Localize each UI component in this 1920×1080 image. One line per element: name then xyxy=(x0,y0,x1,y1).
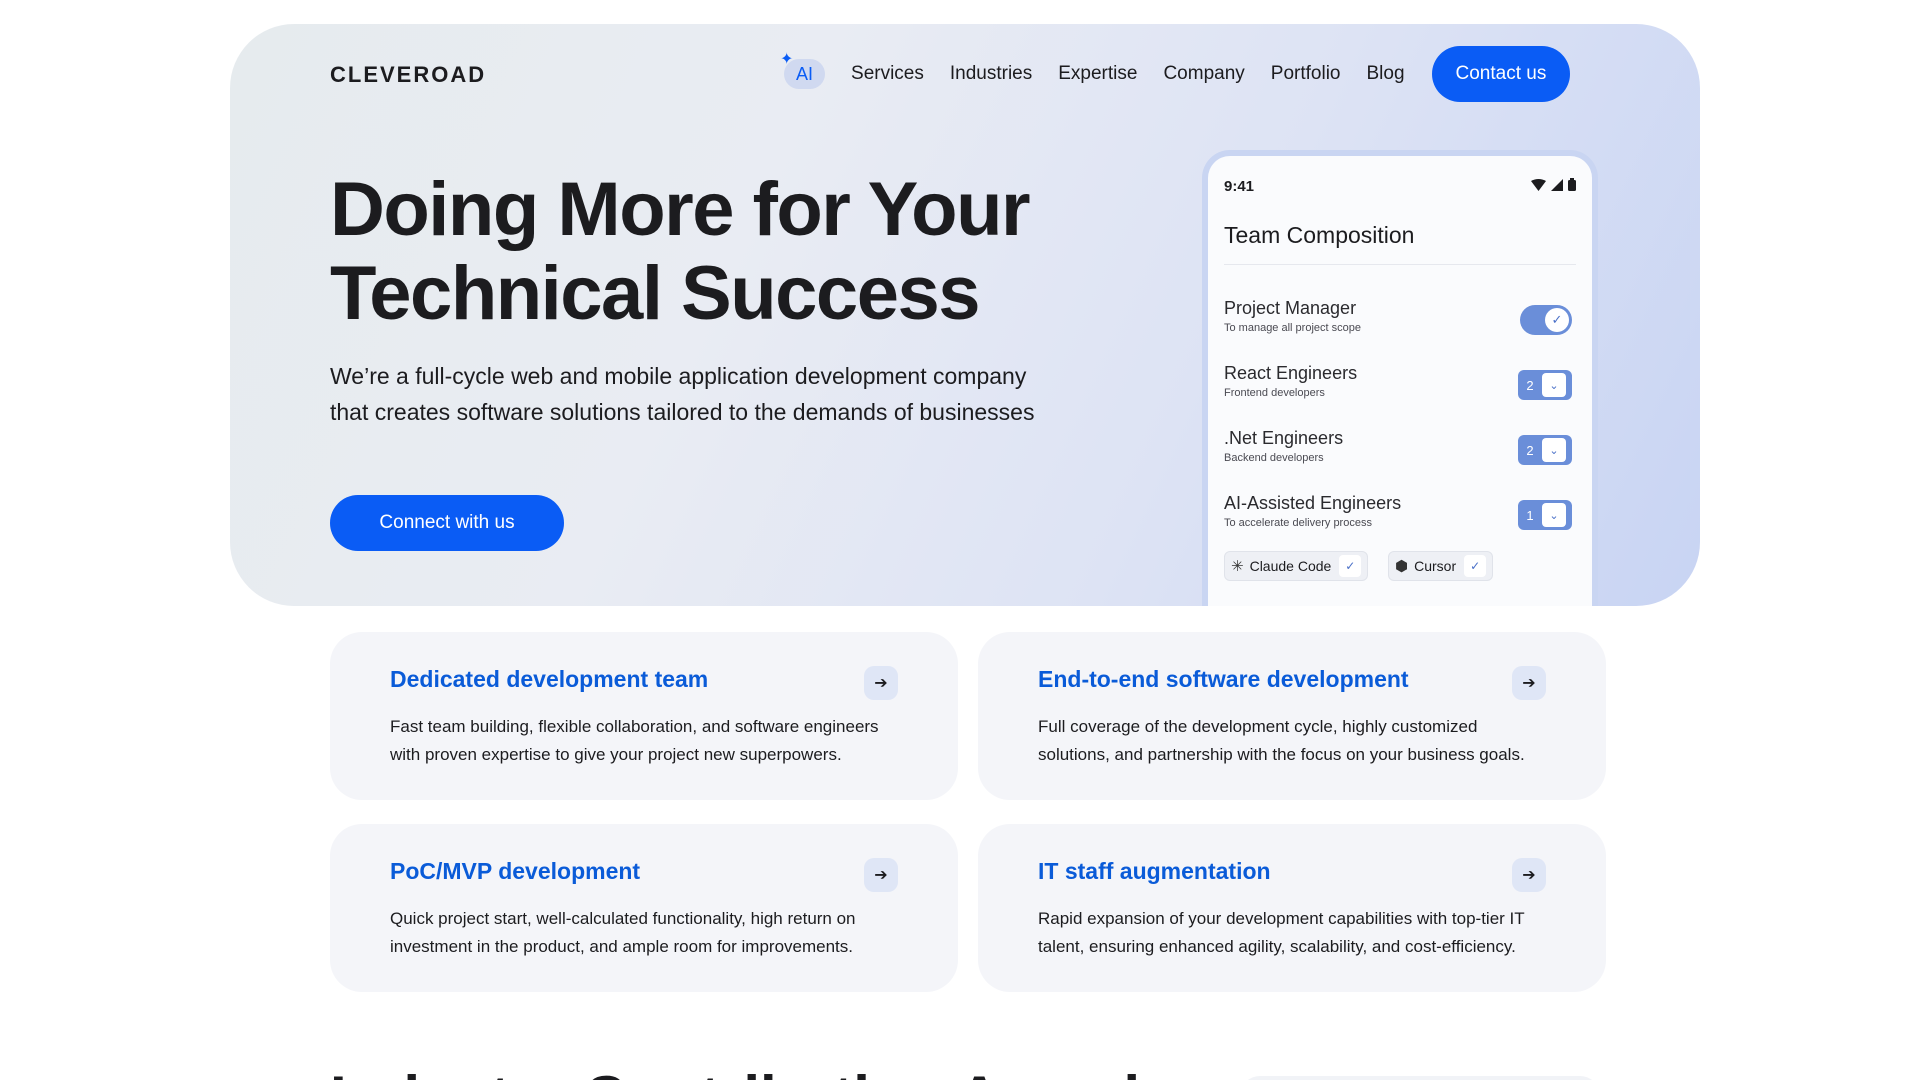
connect-with-us-button[interactable]: Connect with us xyxy=(330,495,564,551)
chevron-down-icon: ⌄ xyxy=(1542,373,1566,397)
check-icon: ✓ xyxy=(1464,555,1487,577)
service-card-description: Fast team building, flexible collaborati… xyxy=(390,713,910,769)
nav-item-portfolio[interactable]: Portfolio xyxy=(1271,63,1341,85)
nav-item-industries[interactable]: Industries xyxy=(950,63,1032,85)
net-engineers-count-select[interactable]: 2 ⌄ xyxy=(1518,435,1572,465)
hero-title-line: Doing More for Your xyxy=(330,167,1031,252)
cleveroad-logo[interactable]: CLEVEROAD xyxy=(330,62,486,88)
nav-item-ai[interactable]: ✦ AI xyxy=(780,51,826,89)
battery-icon xyxy=(1568,178,1576,196)
hero-subtitle-line: We’re a full-cycle web and mobile applic… xyxy=(330,363,1027,389)
arrow-right-icon[interactable]: ➔ xyxy=(864,666,898,700)
wifi-icon xyxy=(1531,178,1546,196)
status-time: 9:41 xyxy=(1224,178,1255,195)
hero-subtitle: We’re a full-cycle web and mobile applic… xyxy=(330,358,1110,430)
service-card-desc-line: Full coverage of the development cycle, … xyxy=(1038,717,1478,736)
team-composition-title: Team Composition xyxy=(1224,222,1415,248)
arrow-right-icon[interactable]: ➔ xyxy=(1512,858,1546,892)
contact-us-button[interactable]: Contact us xyxy=(1431,46,1571,102)
service-card-description: Quick project start, well-calculated fun… xyxy=(390,905,910,961)
count-value: 2 xyxy=(1526,377,1534,393)
hero-title-line: Technical Success xyxy=(330,251,981,336)
chevron-down-icon: ⌄ xyxy=(1542,438,1566,462)
service-card-desc-line: Quick project start, well-calculated fun… xyxy=(390,909,856,928)
service-card-title: IT staff augmentation xyxy=(1038,858,1271,884)
check-icon: ✓ xyxy=(1339,555,1362,577)
nav-item-ai-label: AI xyxy=(796,63,814,84)
react-engineers-count-select[interactable]: 2 ⌄ xyxy=(1518,370,1572,400)
project-manager-toggle[interactable]: ✓ xyxy=(1520,305,1572,335)
arrow-right-icon[interactable]: ➔ xyxy=(1512,666,1546,700)
service-card-title: PoC/MVP development xyxy=(390,858,641,884)
service-card-dedicated-team[interactable]: Dedicated development team Fast team bui… xyxy=(330,632,958,800)
service-card-desc-line: solutions, and partnership with the focu… xyxy=(1038,745,1525,764)
service-card-desc-line: with proven expertise to give your proje… xyxy=(390,745,842,764)
service-card-description: Full coverage of the development cycle, … xyxy=(1038,713,1558,769)
nav-item-expertise[interactable]: Expertise xyxy=(1058,63,1137,85)
service-card-title: Dedicated development team xyxy=(390,666,709,692)
service-card-desc-line: investment in the product, and ample roo… xyxy=(390,937,853,956)
chevron-down-icon: ⌄ xyxy=(1542,503,1566,527)
tool-chip-cursor[interactable]: ⬢ Cursor ✓ xyxy=(1388,551,1494,581)
service-card-end-to-end[interactable]: End-to-end software development Full cov… xyxy=(978,632,1606,800)
service-card-title: End-to-end software development xyxy=(1038,666,1409,692)
service-card-desc-line: Fast team building, flexible collaborati… xyxy=(390,717,879,736)
count-value: 2 xyxy=(1526,442,1534,458)
service-card-desc-line: talent, ensuring enhanced agility, scala… xyxy=(1038,937,1516,956)
count-value: 1 xyxy=(1526,507,1534,523)
arrow-right-icon[interactable]: ➔ xyxy=(864,858,898,892)
service-card-description: Rapid expansion of your development capa… xyxy=(1038,905,1558,961)
claude-asterisk-icon: ✳ xyxy=(1231,558,1244,575)
ai-engineers-count-select[interactable]: 1 ⌄ xyxy=(1518,500,1572,530)
main-nav: ✦ AI Services Industries Expertise Compa… xyxy=(780,46,1571,102)
phone-mockup: 9:41 Team Composition Project Manager To… xyxy=(1202,150,1598,606)
awards-section-heading: Industry Contribution Awards xyxy=(330,1068,1173,1080)
nav-item-company[interactable]: Company xyxy=(1163,63,1244,85)
awards-section-panel xyxy=(1240,1076,1600,1080)
tool-name: Claude Code xyxy=(1249,558,1332,574)
signal-icon xyxy=(1551,178,1563,196)
hero-title: Doing More for Your Technical Success xyxy=(330,168,1130,336)
tool-name: Cursor xyxy=(1414,558,1457,574)
nav-item-services[interactable]: Services xyxy=(851,63,924,85)
service-card-desc-line: Rapid expansion of your development capa… xyxy=(1038,909,1525,928)
service-card-staff-augmentation[interactable]: IT staff augmentation Rapid expansion of… xyxy=(978,824,1606,992)
tool-chip-claude-code[interactable]: ✳ Claude Code ✓ xyxy=(1224,551,1369,581)
service-card-poc-mvp[interactable]: PoC/MVP development Quick project start,… xyxy=(330,824,958,992)
phone-screen: 9:41 Team Composition Project Manager To… xyxy=(1208,156,1592,606)
hero-subtitle-line: that creates software solutions tailored… xyxy=(330,399,1035,425)
status-icons xyxy=(1531,178,1576,196)
check-icon: ✓ xyxy=(1545,308,1569,332)
nav-item-blog[interactable]: Blog xyxy=(1366,63,1404,85)
cursor-cube-icon: ⬢ xyxy=(1395,558,1409,575)
sparkle-icon: ✦ xyxy=(780,51,794,68)
divider xyxy=(1224,264,1576,265)
